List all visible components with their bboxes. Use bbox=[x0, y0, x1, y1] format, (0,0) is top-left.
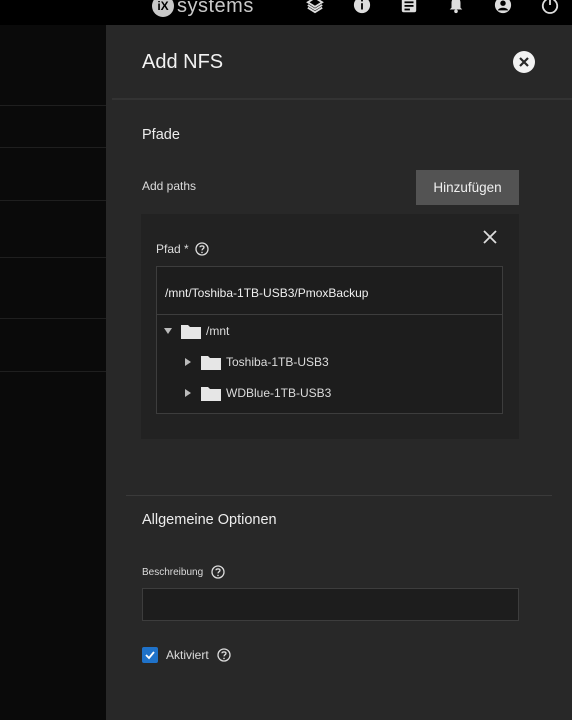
add-path-button[interactable]: Hinzufügen bbox=[416, 170, 519, 205]
tasks-icon[interactable] bbox=[399, 0, 419, 14]
ixsystems-logo[interactable]: iX systems bbox=[152, 0, 254, 17]
logo-text: systems bbox=[177, 0, 254, 17]
collapsed-triangle-icon[interactable] bbox=[183, 388, 193, 398]
help-icon[interactable] bbox=[211, 565, 225, 579]
logo-mark: iX bbox=[152, 0, 174, 17]
list-divider bbox=[0, 105, 106, 106]
collapsed-triangle-icon[interactable] bbox=[183, 357, 193, 367]
path-label-row: Pfad * bbox=[156, 242, 209, 256]
list-divider bbox=[0, 371, 106, 372]
folder-tree: /mnt Toshiba-1TB-USB3 WDBlue-1TB-USB3 bbox=[156, 315, 503, 414]
power-icon[interactable] bbox=[540, 0, 560, 14]
path-input[interactable]: /mnt/Toshiba-1TB-USB3/PmoxBackup bbox=[156, 266, 503, 315]
section-divider bbox=[126, 495, 552, 496]
path-card: Pfad * /mnt/Toshiba-1TB-USB3/PmoxBackup … bbox=[141, 214, 519, 439]
section-title-general: Allgemeine Optionen bbox=[142, 512, 277, 528]
expanded-triangle-icon[interactable] bbox=[163, 326, 173, 336]
remove-path-icon[interactable] bbox=[481, 228, 499, 246]
close-panel-button[interactable] bbox=[513, 51, 535, 73]
add-paths-label: Add paths bbox=[142, 179, 197, 193]
background-list bbox=[0, 25, 106, 720]
enabled-row: Aktiviert bbox=[142, 647, 231, 663]
check-icon bbox=[145, 651, 155, 660]
tree-node-toshiba[interactable]: Toshiba-1TB-USB3 bbox=[183, 354, 329, 370]
section-title-paths: Pfade bbox=[142, 127, 180, 143]
top-toolbar: iX systems bbox=[0, 0, 572, 25]
tree-node-label: WDBlue-1TB-USB3 bbox=[226, 386, 332, 400]
tree-node-label: Toshiba-1TB-USB3 bbox=[226, 355, 329, 369]
folder-icon bbox=[181, 323, 201, 339]
panel-title: Add NFS bbox=[142, 51, 224, 73]
tree-node-label: /mnt bbox=[206, 324, 230, 338]
description-input[interactable] bbox=[142, 588, 519, 621]
truecommand-icon[interactable] bbox=[305, 0, 325, 14]
help-icon[interactable] bbox=[195, 242, 209, 256]
description-label: Beschreibung bbox=[142, 566, 204, 578]
header-divider bbox=[112, 98, 572, 100]
enabled-checkbox[interactable] bbox=[142, 647, 158, 663]
list-divider bbox=[0, 318, 106, 319]
tree-node-mnt[interactable]: /mnt bbox=[163, 323, 229, 339]
tree-node-wdblue[interactable]: WDBlue-1TB-USB3 bbox=[183, 385, 331, 401]
info-icon[interactable] bbox=[352, 0, 372, 14]
list-divider bbox=[0, 147, 106, 148]
description-label-row: Beschreibung bbox=[142, 565, 225, 579]
add-nfs-panel: Add NFS Pfade Add paths Hinzufügen Pfad … bbox=[106, 25, 572, 720]
app-root: iX systems Add NFS Pfade Add paths Hinzu… bbox=[0, 0, 572, 720]
path-label: Pfad * bbox=[156, 242, 189, 256]
close-icon bbox=[519, 57, 529, 67]
list-divider bbox=[0, 257, 106, 258]
account-icon[interactable] bbox=[493, 0, 513, 14]
folder-icon bbox=[201, 354, 221, 370]
folder-icon bbox=[201, 385, 221, 401]
help-icon[interactable] bbox=[217, 648, 231, 662]
enabled-label: Aktiviert bbox=[166, 648, 209, 662]
list-divider bbox=[0, 200, 106, 201]
bell-icon[interactable] bbox=[446, 0, 466, 14]
